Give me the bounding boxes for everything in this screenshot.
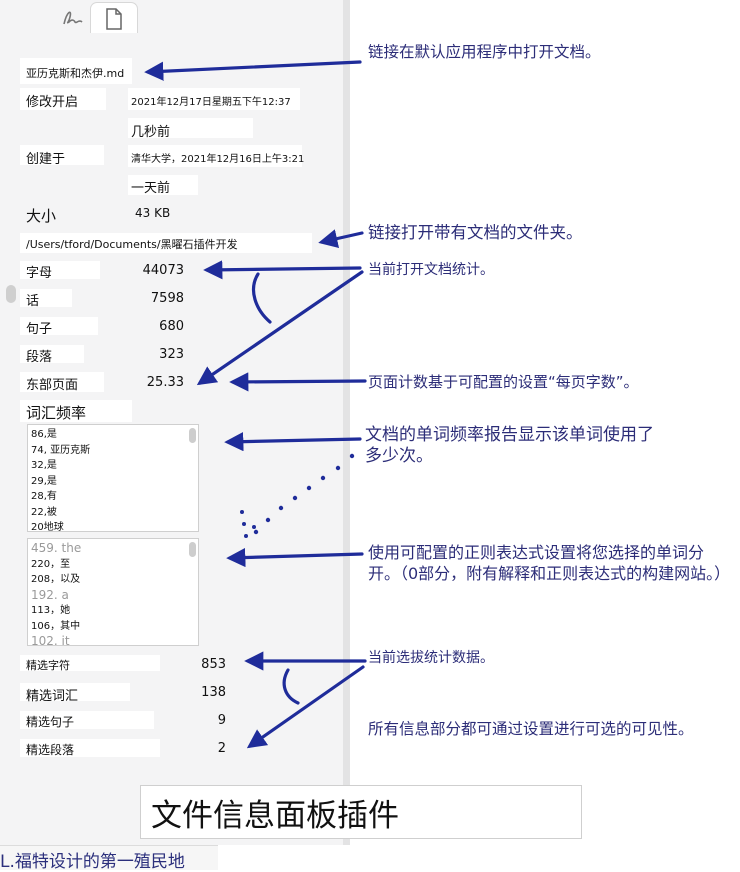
plugin-title: 文件信息面板插件 xyxy=(151,798,399,834)
footer: L.福特设计的第一殖民地 xyxy=(0,845,218,872)
arrow-freq xyxy=(224,432,362,452)
arrow-sel-diagonal xyxy=(246,665,365,749)
annotation-selection-stats: 当前选拔统计数据。 xyxy=(368,650,494,666)
dotted-connector xyxy=(240,453,355,538)
arrow-letters xyxy=(203,260,362,280)
arrow-sel-bracket xyxy=(282,668,300,705)
annotation-open-default-app: 链接在默认应用程序中打开文档。 xyxy=(368,43,601,61)
arrow-folder xyxy=(318,229,364,248)
arrow-page-setting xyxy=(229,372,367,392)
annotation-page-setting: 页面计数基于可配置的设置“每页字数”。 xyxy=(368,373,639,391)
arrow-file-name xyxy=(144,60,362,81)
annotation-regex: 使用可配置的正则表达式设置将您选择的单词分开。（0部分，附有解释和正则表达式的构… xyxy=(368,543,731,583)
annotation-current-stats: 当前打开文档统计。 xyxy=(368,262,494,278)
footer-credit: L.福特设计的第一殖民地 xyxy=(0,852,185,872)
annotation-open-folder: 链接打开带有文档的文件夹。 xyxy=(368,223,583,242)
annotation-visibility: 所有信息部分都可通过设置进行可选的可见性。 xyxy=(368,720,694,738)
title-box: 文件信息面板插件 xyxy=(140,785,582,839)
annotation-word-freq: 文档的单词频率报告显示该单词使用了多少次。 xyxy=(365,425,654,466)
arrow-regex xyxy=(226,547,364,568)
arrow-pages-diagonal xyxy=(196,270,364,386)
arrow-bracket xyxy=(252,272,272,324)
